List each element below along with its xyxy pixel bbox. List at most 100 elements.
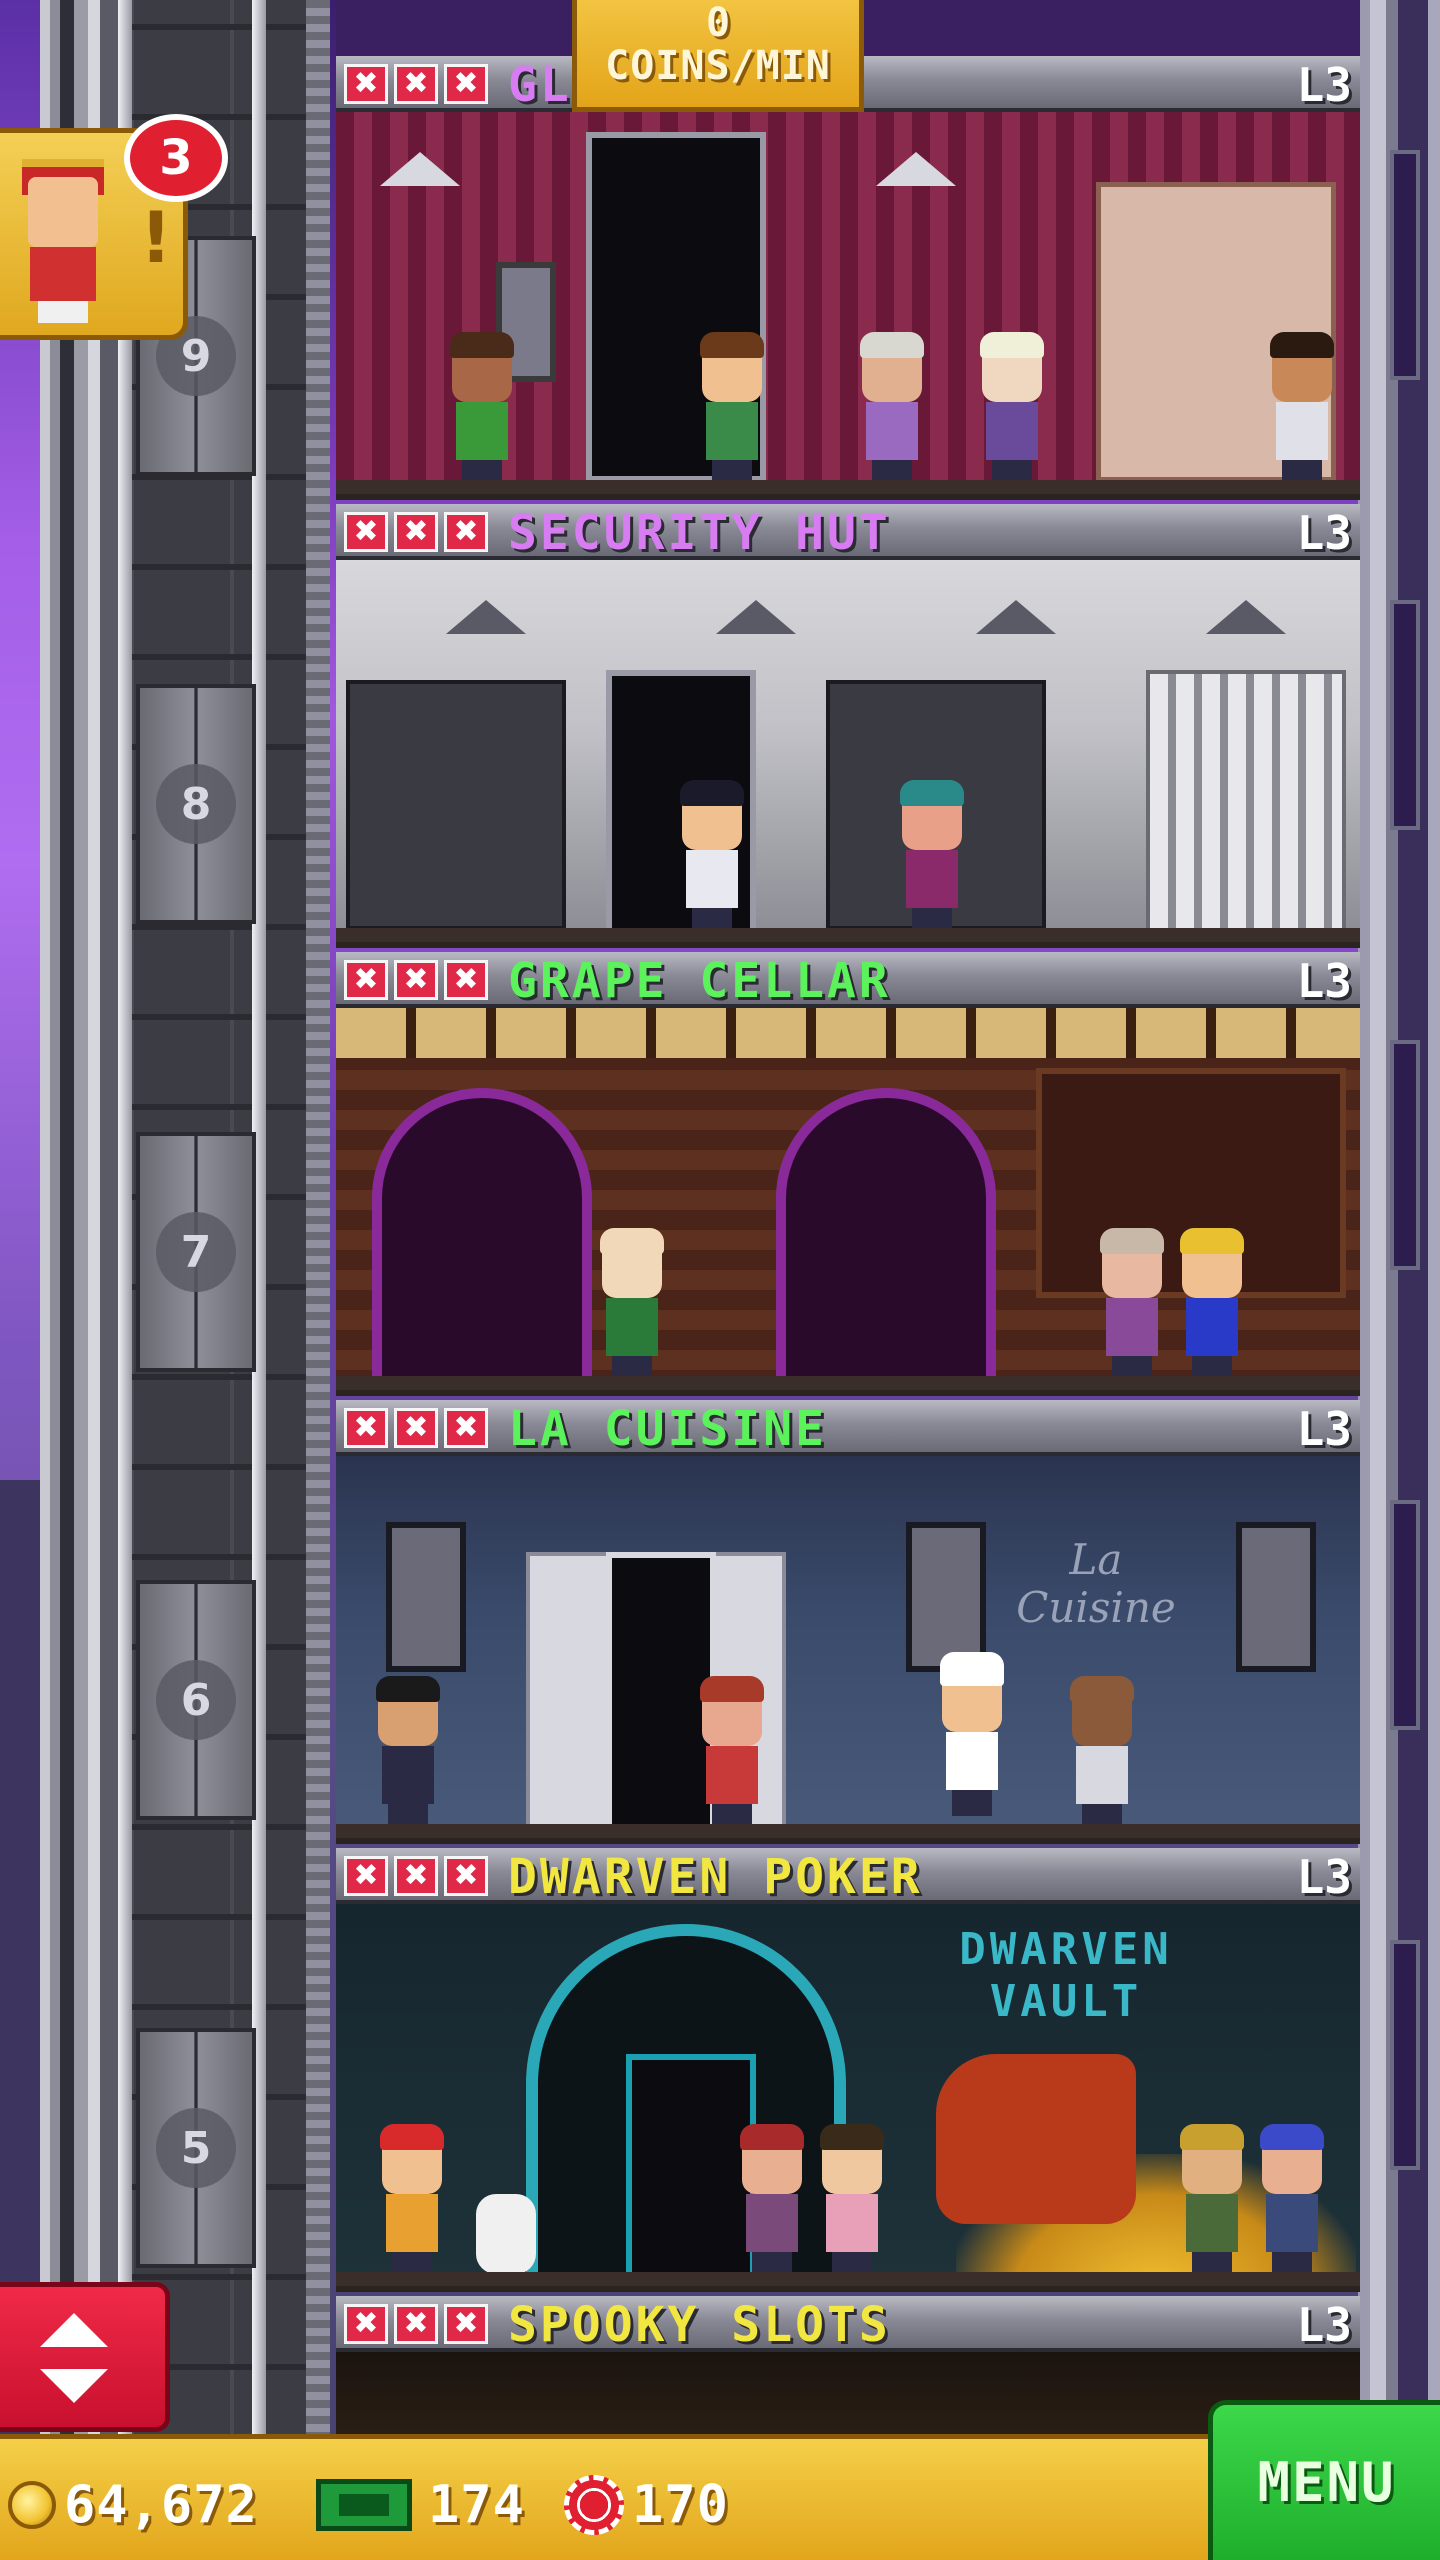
right-window (1390, 1040, 1420, 1270)
visitor-person[interactable] (1096, 1228, 1168, 1382)
empty-star-icon: ✖ (344, 1408, 388, 1448)
floor-4[interactable]: ✖ ✖ ✖ SPOOKY SLOTS L3 (336, 2296, 1360, 2436)
floor-stars: ✖ ✖ ✖ (344, 2304, 488, 2344)
empty-star-icon: ✖ (444, 512, 488, 552)
room-floor (336, 928, 1360, 942)
right-window (1390, 150, 1420, 380)
menu-button[interactable]: MENU (1208, 2400, 1440, 2560)
room-interior[interactable] (336, 1008, 1360, 1396)
picture-frame (1236, 1522, 1316, 1672)
floor-7[interactable]: ✖ ✖ ✖ GRAPE CELLAR L3 (336, 952, 1360, 1400)
visitor-person[interactable] (1066, 1676, 1138, 1830)
floor-level: L3 (1296, 58, 1352, 112)
chips-counter[interactable]: 170 (564, 2470, 729, 2540)
room-floor (336, 2272, 1360, 2286)
vault-sign: DWARVEN VAULT (959, 1924, 1173, 2027)
guard-person[interactable] (676, 780, 748, 934)
shaft-floor-number-5: 5 (156, 2108, 236, 2188)
floor-stars: ✖ ✖ ✖ (344, 1856, 488, 1896)
worker-person[interactable] (1266, 332, 1338, 486)
visitor-person[interactable] (696, 332, 768, 486)
jail-cell (1146, 670, 1346, 940)
empty-star-icon: ✖ (394, 1408, 438, 1448)
dwarf-person[interactable] (376, 2124, 448, 2278)
floor-level: L3 (1296, 1850, 1352, 1904)
empty-star-icon: ✖ (394, 512, 438, 552)
floor-stars: ✖ ✖ ✖ (344, 1408, 488, 1448)
alert-exclaim-icon: ! (140, 197, 172, 279)
empty-star-icon: ✖ (344, 2304, 388, 2344)
coins-counter[interactable]: 64,672 (8, 2470, 258, 2540)
floor-name: SECURITY HUT (508, 505, 891, 561)
floor-level: L3 (1296, 1402, 1352, 1456)
floor-name: GL (508, 57, 572, 113)
bellhop-legs (38, 301, 88, 323)
visitor-person[interactable] (976, 332, 1048, 486)
chips-value: 170 (632, 2475, 729, 2535)
visitor-person[interactable] (896, 780, 968, 934)
room-floor (336, 1376, 1360, 1390)
right-window (1390, 1940, 1420, 2170)
shaft-floor-number-8: 8 (156, 764, 236, 844)
floor-header: ✖ ✖ ✖ GRAPE CELLAR L3 (336, 952, 1360, 1008)
room-interior[interactable] (336, 2352, 1360, 2436)
bux-counter[interactable]: 174 (316, 2470, 525, 2540)
floor-5[interactable]: ✖ ✖ ✖ DWARVEN POKER L3 DWARVEN VAULT (336, 1848, 1360, 2296)
floor-header: ✖ ✖ ✖ SECURITY HUT L3 (336, 504, 1360, 560)
chip-icon (564, 2475, 624, 2535)
floor-name: DWARVEN POKER (508, 1849, 923, 1905)
coins-value: 64,672 (64, 2475, 258, 2535)
empty-star-icon: ✖ (444, 1408, 488, 1448)
floor-name: LA CUISINE (508, 1401, 827, 1457)
room-interior[interactable] (336, 560, 1360, 948)
floor-8[interactable]: ✖ ✖ ✖ SECURITY HUT L3 (336, 504, 1360, 952)
room-interior[interactable]: DWARVEN VAULT (336, 1904, 1360, 2292)
chef-person[interactable] (936, 1652, 1008, 1816)
floor-level: L3 (1296, 2298, 1352, 2352)
floor-9[interactable]: ✖ ✖ ✖ GL L3 (336, 56, 1360, 504)
floor-stars: ✖ ✖ ✖ (344, 960, 488, 1000)
visitor-person[interactable] (596, 1228, 668, 1382)
floor-6[interactable]: ✖ ✖ ✖ LA CUISINE L3 La Cuisine (336, 1400, 1360, 1848)
floor-header: ✖ ✖ ✖ SPOOKY SLOTS L3 (336, 2296, 1360, 2352)
floor-name: SPOOKY SLOTS (508, 2297, 891, 2353)
bellhop-icon (28, 177, 98, 247)
worker-person[interactable] (1176, 1228, 1248, 1382)
empty-star-icon: ✖ (394, 2304, 438, 2344)
elevator-control-button[interactable] (0, 2282, 170, 2432)
shaft-rail-left (118, 0, 132, 2460)
coins-per-minute-label: COINS/MIN (605, 43, 831, 89)
empty-star-icon: ✖ (444, 1856, 488, 1896)
empty-star-icon: ✖ (444, 2304, 488, 2344)
visitor-person[interactable] (736, 2124, 808, 2278)
room-interior[interactable]: La Cuisine (336, 1456, 1360, 1844)
visitor-person[interactable] (446, 332, 518, 486)
visitor-person[interactable] (816, 2124, 888, 2278)
ceiling-lamp-icon (1206, 600, 1286, 634)
floor-level: L3 (1296, 506, 1352, 560)
visitor-person[interactable] (856, 332, 928, 486)
arrow-down-icon (40, 2369, 108, 2403)
ceiling-lamp-icon (716, 600, 796, 634)
empty-star-icon: ✖ (394, 960, 438, 1000)
floor-stars: ✖ ✖ ✖ (344, 512, 488, 552)
dragon-sprite[interactable] (936, 2054, 1136, 2224)
coins-per-minute-banner[interactable]: 0 COINS/MIN (572, 0, 864, 112)
floor-header: ✖ ✖ ✖ LA CUISINE L3 (336, 1400, 1360, 1456)
notification-count-badge: 3 (124, 114, 228, 202)
restaurant-sign: La Cuisine (1016, 1535, 1176, 1632)
room-floor (336, 480, 1360, 494)
wine-rack-arch (776, 1088, 996, 1388)
room-floor (336, 1824, 1360, 1838)
visitor-person[interactable] (1176, 2124, 1248, 2278)
dwarf-person[interactable] (1256, 2124, 1328, 2278)
visitor-person[interactable] (372, 1676, 444, 1830)
tower-left-wall (40, 0, 130, 2460)
ceiling-beams (336, 1008, 1360, 1058)
bux-icon (316, 2479, 412, 2531)
picture-frame (386, 1522, 466, 1672)
visitor-person[interactable] (696, 1676, 768, 1830)
empty-star-icon: ✖ (444, 64, 488, 104)
ceiling-lamp-icon (976, 600, 1056, 634)
room-interior[interactable] (336, 112, 1360, 500)
